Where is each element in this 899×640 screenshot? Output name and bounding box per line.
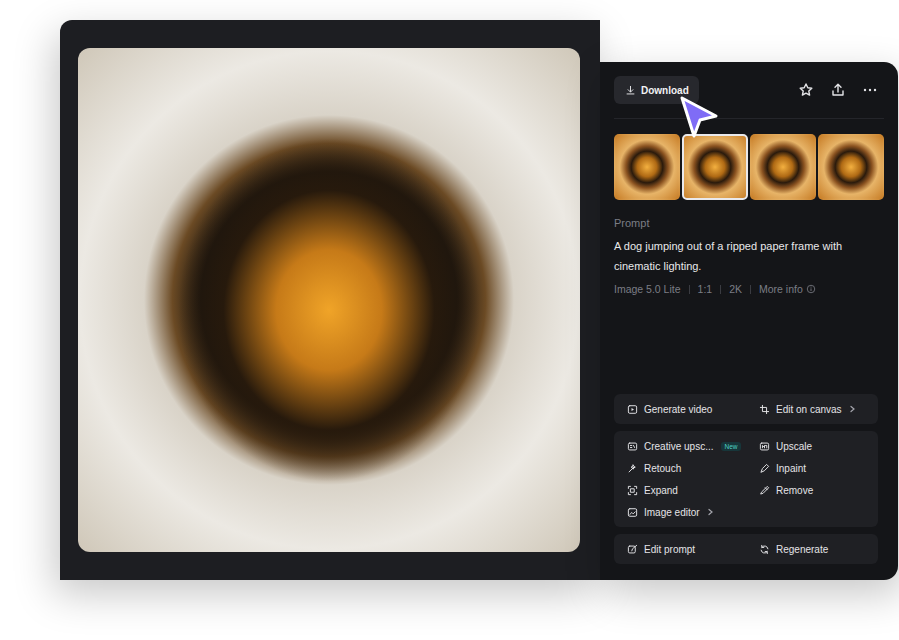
meta-separator — [689, 285, 690, 294]
detail-panel: Download Prompt A dog jumping out of a rip… — [600, 62, 898, 580]
download-icon — [625, 85, 636, 96]
meta-separator — [750, 285, 751, 294]
meta-text: More info — [759, 282, 803, 296]
action-group: Edit prompt Regenerate — [614, 534, 878, 564]
action-button[interactable]: Edit prompt — [614, 538, 746, 560]
action-button[interactable]: Generate video — [614, 398, 746, 420]
action-button[interactable]: Image editor — [614, 501, 746, 523]
more-icon[interactable] — [862, 82, 878, 98]
thumbnail[interactable] — [682, 134, 748, 200]
action-label: Image editor — [644, 507, 700, 518]
stage: Download Prompt A dog jumping out of a rip… — [0, 0, 899, 580]
expand-icon — [627, 485, 638, 496]
new-badge: New — [721, 442, 740, 451]
action-label: Remove — [776, 485, 813, 496]
star-icon[interactable] — [798, 82, 814, 98]
action-button[interactable]: Edit on canvas — [746, 398, 878, 420]
edit-prompt-icon — [627, 544, 638, 555]
retouch-icon — [627, 463, 638, 474]
thumbnail-strip — [614, 134, 884, 200]
prompt-label: Prompt — [614, 216, 884, 230]
thumbnail[interactable] — [614, 134, 680, 200]
info-icon — [806, 284, 816, 294]
eraser-icon — [759, 485, 770, 496]
share-icon[interactable] — [830, 82, 846, 98]
meta-text: 2K — [729, 282, 742, 296]
toolbar-icons — [798, 82, 884, 98]
action-group: Creative upsc... New Upscale Retouch Inpaint… — [614, 431, 878, 527]
crop-icon — [759, 404, 770, 415]
meta-item: Image 5.0 Lite — [614, 282, 681, 296]
action-button[interactable]: Inpaint — [746, 457, 878, 479]
action-label: Inpaint — [776, 463, 806, 474]
prompt-text: A dog jumping out of a ripped paper fram… — [614, 236, 876, 276]
action-label: Retouch — [644, 463, 681, 474]
meta-item[interactable]: More info — [759, 282, 816, 296]
action-button[interactable]: Remove — [746, 479, 878, 501]
meta-row: Image 5.0 Lite 1:1 2K More info — [614, 282, 884, 296]
cursor-arrow-icon — [676, 94, 722, 142]
action-button[interactable]: Expand — [614, 479, 746, 501]
download-label: Download — [641, 85, 689, 96]
toolbar: Download — [614, 76, 884, 119]
generated-photo — [78, 48, 580, 552]
creative-upscale-icon — [627, 441, 638, 452]
inpaint-icon — [759, 463, 770, 474]
image-card — [60, 20, 600, 580]
meta-item: 2K — [729, 282, 742, 296]
action-label: Creative upsc... — [644, 441, 713, 452]
meta-text: Image 5.0 Lite — [614, 282, 681, 296]
meta-separator — [720, 285, 721, 294]
action-label: Regenerate — [776, 544, 828, 555]
chevron-right-icon — [706, 508, 714, 516]
image-editor-icon — [627, 507, 638, 518]
action-label: Expand — [644, 485, 678, 496]
upscale-icon — [759, 441, 770, 452]
thumbnail[interactable] — [750, 134, 816, 200]
action-label: Edit prompt — [644, 544, 695, 555]
action-group: Generate video Edit on canvas — [614, 394, 878, 424]
action-label: Generate video — [644, 404, 712, 415]
video-icon — [627, 404, 638, 415]
thumbnail[interactable] — [818, 134, 884, 200]
action-button[interactable]: Retouch — [614, 457, 746, 479]
action-button[interactable]: Creative upsc... New — [614, 435, 746, 457]
action-label: Edit on canvas — [776, 404, 842, 415]
regenerate-icon — [759, 544, 770, 555]
action-button[interactable]: Regenerate — [746, 538, 878, 560]
action-button[interactable]: Upscale — [746, 435, 878, 457]
meta-text: 1:1 — [698, 282, 713, 296]
meta-item: 1:1 — [698, 282, 713, 296]
action-label: Upscale — [776, 441, 812, 452]
chevron-right-icon — [848, 405, 856, 413]
spacer — [614, 296, 884, 387]
